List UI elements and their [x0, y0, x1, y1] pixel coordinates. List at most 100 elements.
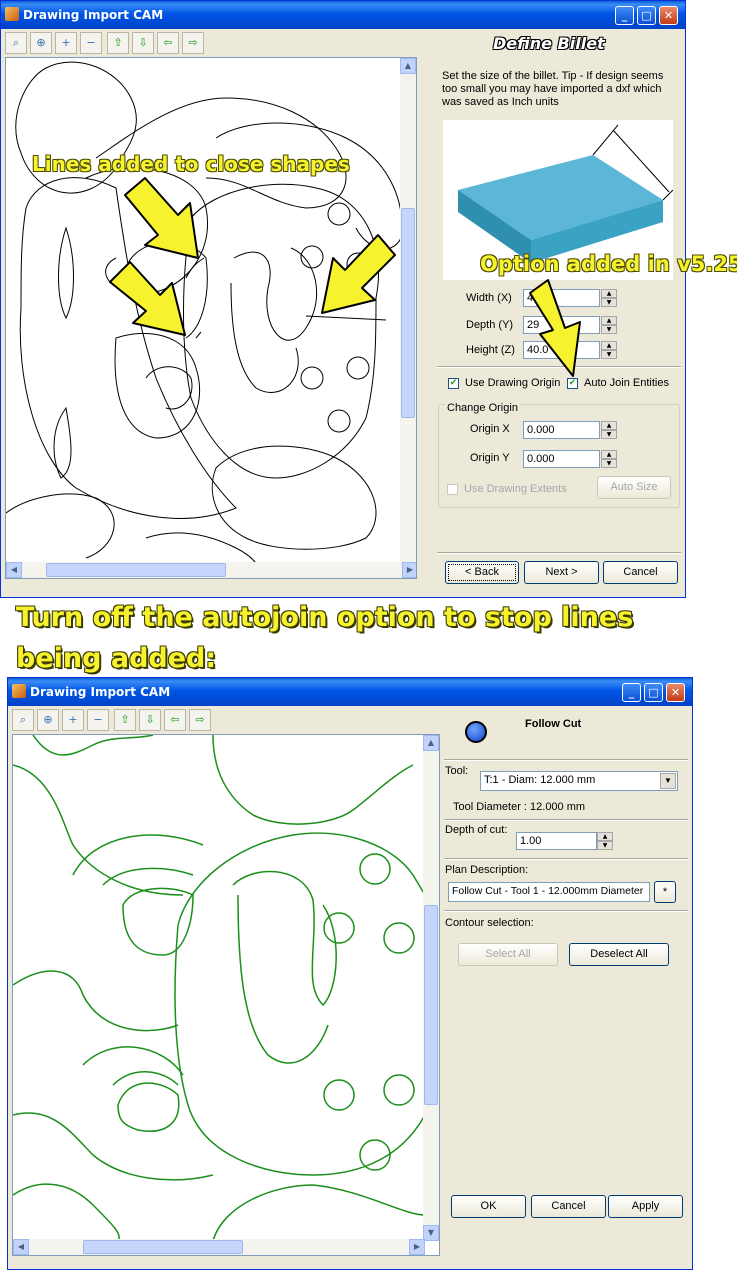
instruction-line-1: Turn off the autojoin option to stop lin…	[16, 602, 634, 633]
vertical-scrollbar[interactable]: ▲ ▼	[423, 735, 439, 1241]
use-drawing-origin-label: Use Drawing Origin	[465, 377, 561, 389]
select-all-button[interactable]: Select All	[458, 943, 558, 966]
back-button[interactable]: < Back	[445, 561, 519, 584]
scroll-right-icon[interactable]: ▶	[409, 1239, 425, 1255]
use-drawing-origin-checkbox[interactable]: ✔	[448, 378, 459, 389]
pan-left-icon[interactable]: ⇦	[157, 32, 179, 54]
origin-y-label: Origin Y	[470, 452, 510, 464]
pan-up-icon[interactable]: ⇧	[114, 709, 136, 731]
next-button[interactable]: Next >	[524, 561, 599, 584]
divider	[444, 910, 688, 912]
height-spinner[interactable]: ▲ ▼	[601, 341, 617, 359]
drawing-outlines	[13, 735, 426, 1242]
depth-of-cut-spinner[interactable]: ▲ ▼	[597, 832, 613, 850]
scroll-up-icon[interactable]: ▲	[423, 735, 439, 751]
plan-description-button[interactable]: *	[654, 881, 676, 903]
divider	[437, 366, 681, 368]
pan-right-icon[interactable]: ⇨	[189, 709, 211, 731]
depth-field[interactable]: 29	[523, 316, 600, 334]
plan-description-field[interactable]: Follow Cut - Tool 1 - 12.000mm Diameter	[448, 882, 650, 902]
auto-join-checkbox[interactable]: ✔	[567, 378, 578, 389]
window-define-billet: Drawing Import CAM _ □ ✕ ⌕ ⊕ + − ⇧ ⇩ ⇦ ⇨	[0, 0, 686, 598]
use-drawing-extents-label: Use Drawing Extents	[464, 483, 567, 495]
lines-added-annotation: Lines added to close shapes	[32, 152, 350, 176]
pan-down-icon[interactable]: ⇩	[139, 709, 161, 731]
ok-button[interactable]: OK	[451, 1195, 526, 1218]
scroll-right-icon[interactable]: ▶	[402, 562, 416, 578]
vertical-scrollbar[interactable]: ▲	[400, 58, 416, 563]
origin-x-label: Origin X	[470, 423, 510, 435]
bottom-divider	[437, 552, 681, 554]
origin-y-spinner[interactable]: ▲ ▼	[601, 450, 617, 468]
depth-of-cut-label: Depth of cut:	[445, 824, 508, 836]
zoom-in-icon[interactable]: +	[55, 32, 77, 54]
origin-y-field[interactable]: 0.000	[523, 450, 600, 468]
vertical-scroll-thumb[interactable]	[424, 905, 438, 1105]
pan-up-icon[interactable]: ⇧	[107, 32, 129, 54]
height-field[interactable]: 40.0	[523, 341, 600, 359]
height-label: Height (Z)	[466, 344, 515, 356]
apply-button[interactable]: Apply	[608, 1195, 683, 1218]
scroll-left-icon[interactable]: ◀	[6, 562, 22, 578]
scroll-down-icon[interactable]: ▼	[423, 1225, 439, 1241]
minimize-button[interactable]: _	[622, 683, 641, 702]
toolbar: ⌕ ⊕ + − ⇧ ⇩ ⇦ ⇨	[1, 30, 433, 56]
origin-x-field[interactable]: 0.000	[523, 421, 600, 439]
window-follow-cut: Drawing Import CAM _ □ ✕ ⌕ ⊕ + − ⇧ ⇩ ⇦ ⇨	[7, 677, 693, 1270]
title-bar[interactable]: Drawing Import CAM _ □ ✕	[1, 1, 685, 29]
tool-diameter-text: Tool Diameter : 12.000 mm	[453, 801, 586, 813]
zoom-in-icon[interactable]: +	[62, 709, 84, 731]
use-drawing-extents-checkbox[interactable]	[447, 484, 458, 495]
close-button[interactable]: ✕	[659, 6, 678, 25]
contour-selection-label: Contour selection:	[445, 917, 534, 929]
follow-cut-panel: Follow Cut Tool: T:1 - Diam: 12.000 mm ▼…	[440, 707, 692, 1269]
tool-select[interactable]: T:1 - Diam: 12.000 mm ▼	[480, 771, 678, 791]
instruction-line-2: being added:	[16, 643, 217, 674]
depth-spinner[interactable]: ▲ ▼	[601, 316, 617, 334]
pan-down-icon[interactable]: ⇩	[132, 32, 154, 54]
divider	[444, 759, 688, 761]
window-title: Drawing Import CAM	[23, 8, 164, 22]
depth-of-cut-field[interactable]: 1.00	[516, 832, 597, 850]
pan-right-icon[interactable]: ⇨	[182, 32, 204, 54]
scroll-left-icon[interactable]: ◀	[13, 1239, 29, 1255]
deselect-all-button[interactable]: Deselect All	[569, 943, 669, 966]
title-bar-2[interactable]: Drawing Import CAM _ □ ✕	[8, 678, 692, 706]
app-icon	[12, 684, 26, 698]
vertical-scroll-thumb[interactable]	[401, 208, 415, 418]
width-field[interactable]: 4	[523, 289, 600, 307]
maximize-button[interactable]: □	[644, 683, 663, 702]
width-spinner[interactable]: ▲ ▼	[601, 289, 617, 307]
auto-size-button[interactable]: Auto Size	[597, 476, 671, 499]
zoom-extents-icon[interactable]: ⊕	[37, 709, 59, 731]
chevron-down-icon[interactable]: ▼	[660, 773, 676, 789]
pan-left-icon[interactable]: ⇦	[164, 709, 186, 731]
zoom-window-icon[interactable]: ⌕	[12, 709, 34, 731]
divider	[444, 858, 688, 860]
origin-x-spinner[interactable]: ▲ ▼	[601, 421, 617, 439]
horizontal-scroll-thumb[interactable]	[46, 563, 226, 577]
horizontal-scrollbar[interactable]: ◀ ▶	[13, 1239, 425, 1255]
zoom-out-icon[interactable]: −	[80, 32, 102, 54]
minimize-button[interactable]: _	[615, 6, 634, 25]
maximize-button[interactable]: □	[637, 6, 656, 25]
follow-cut-heading: Follow Cut	[525, 718, 582, 730]
horizontal-scroll-thumb[interactable]	[83, 1240, 243, 1254]
drawing-canvas[interactable]: ▲ ◀ ▶	[5, 57, 417, 579]
close-button[interactable]: ✕	[666, 683, 685, 702]
zoom-extents-icon[interactable]: ⊕	[30, 32, 52, 54]
horizontal-scrollbar[interactable]: ◀ ▶	[6, 562, 416, 578]
zoom-out-icon[interactable]: −	[87, 709, 109, 731]
panel-title: Define Billet	[493, 34, 605, 53]
auto-join-label: Auto Join Entities	[584, 377, 669, 389]
depth-label: Depth (Y)	[466, 319, 514, 331]
define-billet-panel: Define Billet Set the size of the billet…	[433, 30, 685, 597]
cancel-button[interactable]: Cancel	[603, 561, 678, 584]
cancel-button[interactable]: Cancel	[531, 1195, 606, 1218]
tool-select-value: T:1 - Diam: 12.000 mm	[484, 774, 596, 786]
drawing-canvas[interactable]: ▲ ▼ ◀ ▶	[12, 734, 440, 1256]
follow-cut-icon	[465, 721, 487, 743]
drawing-outlines	[6, 61, 403, 578]
scroll-up-icon[interactable]: ▲	[400, 58, 416, 74]
zoom-window-icon[interactable]: ⌕	[5, 32, 27, 54]
